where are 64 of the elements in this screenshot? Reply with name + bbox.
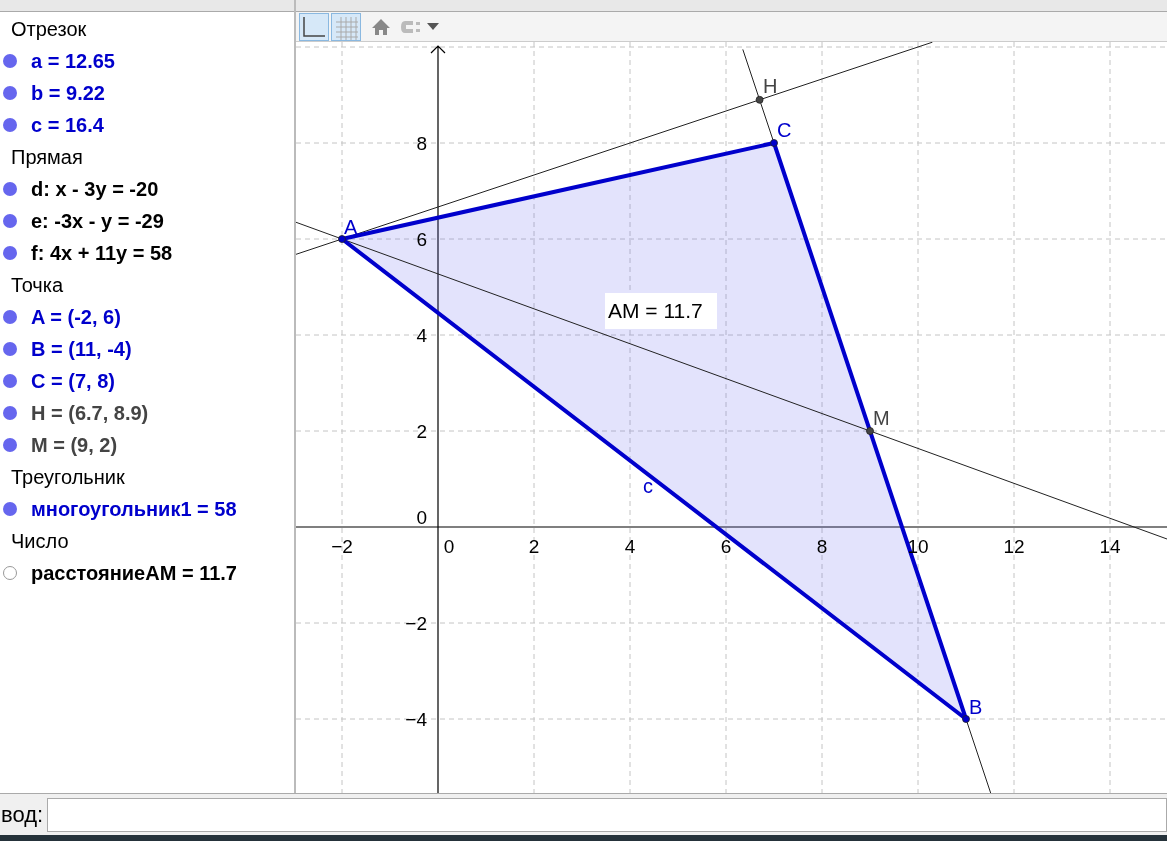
category-header[interactable]: Треугольник	[0, 461, 294, 493]
visibility-toggle[interactable]	[3, 406, 17, 420]
object-entry[interactable]: C = (7, 8)	[31, 366, 115, 396]
object-entry[interactable]: H = (6.7, 8.9)	[31, 398, 149, 428]
visibility-toggle[interactable]	[3, 502, 17, 516]
tick-label: 4	[624, 536, 636, 557]
visibility-toggle[interactable]	[3, 86, 17, 100]
object-entry[interactable]: многоугольник1 = 58	[31, 494, 237, 524]
object-entry[interactable]: M = (9, 2)	[31, 430, 118, 460]
tick-label: 4	[416, 325, 427, 346]
tick-label: 12	[1003, 536, 1025, 557]
object-entry[interactable]: A = (-2, 6)	[31, 302, 121, 332]
segment-label: c	[643, 475, 653, 497]
visibility-toggle[interactable]	[3, 182, 17, 196]
visibility-toggle[interactable]	[3, 310, 17, 324]
point[interactable]	[338, 235, 346, 243]
category-header[interactable]: Прямая	[0, 141, 294, 173]
point[interactable]	[770, 139, 778, 147]
tick-label: −2	[405, 613, 427, 634]
visibility-toggle[interactable]	[3, 374, 17, 388]
object-entry[interactable]: b = 9.22	[31, 78, 105, 108]
tick-label: 8	[416, 133, 427, 154]
point[interactable]	[866, 427, 874, 435]
category-header[interactable]: Число	[0, 525, 294, 557]
tick-label: 6	[720, 536, 732, 557]
tick-label: 6	[416, 229, 427, 250]
category-header[interactable]: Отрезок	[0, 13, 294, 45]
object-entry[interactable]: расстояниеAM = 11.7	[31, 558, 237, 588]
point[interactable]	[962, 715, 970, 723]
point-label: H	[763, 75, 778, 97]
tick-label: 2	[528, 536, 540, 557]
visibility-toggle[interactable]	[3, 438, 17, 452]
visibility-toggle[interactable]	[3, 342, 17, 356]
visibility-toggle[interactable]	[3, 214, 17, 228]
input-field[interactable]	[47, 797, 1167, 832]
visibility-toggle[interactable]	[3, 54, 17, 68]
axes-toggle[interactable]	[299, 12, 329, 41]
point[interactable]	[755, 95, 764, 104]
input-label: вод:	[1, 801, 44, 829]
visibility-toggle[interactable]	[3, 566, 17, 580]
caret-icon[interactable]	[427, 22, 439, 31]
object-entry[interactable]: e: -3x - y = -29	[31, 206, 164, 236]
visibility-toggle[interactable]	[3, 118, 17, 132]
category-header[interactable]: Точка	[0, 269, 294, 301]
object-entry[interactable]: f: 4x + 11y = 58	[31, 238, 173, 268]
visibility-toggle[interactable]	[3, 246, 17, 260]
tick-label: −4	[405, 709, 427, 730]
home-icon[interactable]	[371, 17, 391, 36]
object-entry[interactable]: c = 16.4	[31, 110, 104, 140]
grid-toggle[interactable]	[331, 12, 361, 41]
object-entry[interactable]: B = (11, -4)	[31, 334, 132, 364]
point-label: M	[873, 407, 890, 429]
point-label: A	[344, 216, 358, 238]
tick-label: 8	[816, 536, 828, 557]
tick-label: 14	[1099, 536, 1121, 557]
point-label: C	[777, 119, 792, 141]
tick-label: 0	[443, 536, 455, 557]
tick-label: 2	[416, 421, 427, 442]
distance-label: AM = 11.7	[605, 293, 717, 329]
tick-label: −2	[331, 536, 353, 557]
object-entry[interactable]: a = 12.65	[31, 46, 115, 76]
object-entry[interactable]: d: x - 3y = -20	[31, 174, 159, 204]
tick-label: 0	[416, 507, 427, 528]
point-label: B	[969, 696, 983, 718]
